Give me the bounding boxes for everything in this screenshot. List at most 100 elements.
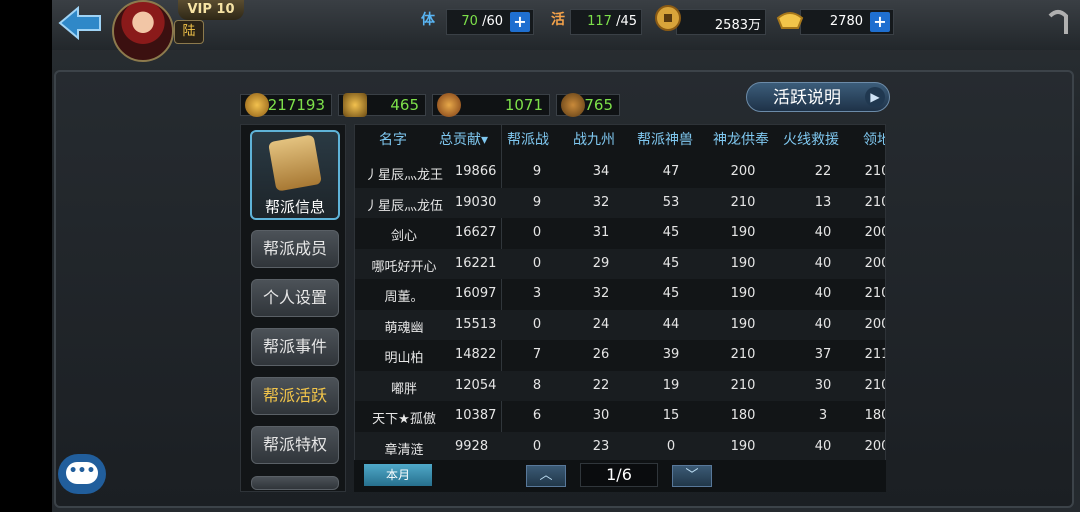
table-cell: 14822 — [455, 347, 497, 362]
table-cell: 44 — [662, 316, 680, 332]
this-month-button[interactable]: 本月 — [364, 464, 432, 486]
table-row[interactable]: 哪吒好开心 16221 0 29 45 190 40 200 — [355, 248, 885, 279]
back-arrow-icon[interactable] — [58, 6, 102, 40]
member-name: 天下★孤傲 — [372, 412, 436, 427]
table-row[interactable]: 丿星辰灬龙王 19866 9 34 47 200 22 210 — [355, 157, 885, 187]
table-cell: 210 — [730, 377, 756, 393]
coin-stat-icon — [245, 93, 269, 117]
table-row[interactable]: 周董。 16097 3 32 45 190 40 210 — [355, 279, 885, 309]
column-header[interactable]: 火线救援 — [783, 129, 839, 149]
table-cell: 9 — [532, 194, 542, 210]
column-header[interactable]: 神龙供奉 — [713, 129, 769, 149]
table-cell: 200 — [864, 438, 885, 454]
chat-button[interactable]: ••• — [58, 454, 106, 494]
table-cell: 53 — [662, 194, 680, 210]
sidebar-item-more[interactable] — [251, 476, 339, 490]
energy-bar: 117 /45 — [570, 9, 642, 35]
table-cell: 22 — [592, 377, 610, 393]
stamina-icon: 体 — [421, 12, 435, 28]
gold-value: 2780 — [829, 14, 863, 29]
table-row[interactable]: 丿星辰灬龙伍 19030 9 32 53 210 13 210 — [355, 187, 885, 218]
column-header[interactable]: 名字 — [379, 129, 407, 149]
sidebar-item-events[interactable]: 帮派事件 — [251, 328, 339, 366]
table-cell: 16627 — [455, 225, 497, 240]
table-row[interactable]: 天下★孤傲 10387 6 30 15 180 3 180 — [355, 401, 885, 431]
table-cell: 0 — [532, 438, 542, 454]
table-cell: 40 — [814, 255, 832, 271]
table-cell: 13 — [814, 194, 832, 210]
add-stamina-button[interactable]: + — [510, 12, 530, 32]
column-header[interactable]: 帮派神兽 — [637, 129, 693, 149]
column-header[interactable]: 帮派战 — [507, 129, 549, 149]
activity-info-button[interactable]: 活跃说明 ▶ — [746, 82, 890, 112]
table-row[interactable]: 剑心 16627 0 31 45 190 40 200 — [355, 218, 885, 248]
member-name: 剑心 — [390, 229, 417, 244]
table-cell: 200 — [730, 164, 756, 179]
table-row[interactable]: 明山柏 14822 7 26 39 210 37 211 — [355, 340, 885, 370]
next-page-button[interactable]: ﹀ — [672, 465, 712, 487]
table-row[interactable]: 萌魂幽 15513 0 24 44 190 40 200 — [355, 309, 885, 340]
table-cell: 9 — [532, 164, 542, 179]
sidebar-item-privileges[interactable]: 帮派特权 — [251, 426, 339, 464]
table-cell: 190 — [730, 286, 756, 301]
table-cell: 32 — [592, 194, 610, 210]
table-cell: 34 — [592, 164, 610, 179]
table-cell: 45 — [662, 255, 680, 271]
sidebar-item-label: 帮派信息 — [264, 198, 325, 216]
table-cell: 210 — [864, 286, 885, 301]
sidebar-item-personal-settings[interactable]: 个人设置 — [251, 279, 339, 317]
table-cell: 190 — [730, 255, 756, 271]
column-header[interactable]: 战九州 — [573, 129, 615, 149]
stamina-max: /60 — [482, 14, 503, 29]
table-cell: 210 — [730, 194, 756, 210]
table-cell: 47 — [662, 164, 680, 179]
table-cell: 30 — [814, 377, 832, 393]
sidebar-item-activity[interactable]: 帮派活跃 — [251, 377, 339, 415]
table-cell: 29 — [592, 255, 610, 271]
table-cell: 26 — [592, 347, 610, 362]
member-name: 嘟胖 — [390, 381, 417, 397]
stat-helmet: 465 — [338, 93, 426, 117]
prev-page-button[interactable]: ︿ — [526, 465, 566, 487]
table-cell: 190 — [730, 438, 756, 454]
column-header-sort[interactable]: 总贡献▾ — [439, 129, 488, 149]
member-name: 丿星辰灬龙伍 — [364, 198, 443, 214]
hook-icon[interactable] — [1046, 8, 1072, 36]
table-cell: 24 — [592, 316, 610, 332]
table-cell: 32 — [592, 286, 610, 301]
table-cell: 9928 — [455, 438, 489, 454]
gold-ingot-icon — [774, 4, 806, 36]
table-cell: 30 — [592, 408, 610, 423]
sidebar-item-members[interactable]: 帮派成员 — [251, 230, 339, 268]
stamina-value: 70 — [461, 14, 478, 29]
add-gold-button[interactable]: + — [870, 12, 890, 32]
table-row[interactable]: 嘟胖 12054 8 22 19 210 30 210 — [355, 370, 885, 401]
coin-icon — [652, 4, 684, 36]
column-header[interactable]: 领地 — [863, 129, 885, 149]
table-cell: 210 — [864, 194, 885, 210]
rank-badge: 陆 — [174, 20, 204, 44]
energy-value: 117 — [587, 14, 612, 29]
table-cell: 210 — [864, 377, 885, 393]
table-cell: 15513 — [455, 316, 497, 332]
coins-value: 2583万 — [714, 18, 761, 33]
table-cell: 7 — [532, 347, 542, 362]
table-cell: 31 — [592, 225, 610, 240]
table-cell: 0 — [532, 316, 542, 332]
emblem-icon — [437, 93, 461, 117]
table-cell: 40 — [814, 438, 832, 454]
table-cell: 210 — [730, 347, 756, 362]
stat-value: 465 — [390, 96, 419, 114]
table-cell: 16221 — [455, 255, 497, 271]
table-cell: 200 — [864, 316, 885, 332]
avatar[interactable] — [112, 0, 174, 62]
stat-emblem: 1071 — [432, 93, 550, 117]
table-cell: 0 — [666, 438, 676, 454]
table-cell: 200 — [864, 255, 885, 271]
table-row[interactable]: 章清涟 9928 0 23 0 190 40 200 — [355, 431, 885, 462]
member-name: 丿星辰灬龙王 — [364, 168, 443, 183]
activity-info-label: 活跃说明 — [773, 88, 841, 108]
page-indicator: 1/6 — [580, 463, 658, 487]
sidebar-item-guild-info[interactable]: 帮派信息 — [250, 130, 340, 220]
table-cell: 200 — [864, 225, 885, 240]
